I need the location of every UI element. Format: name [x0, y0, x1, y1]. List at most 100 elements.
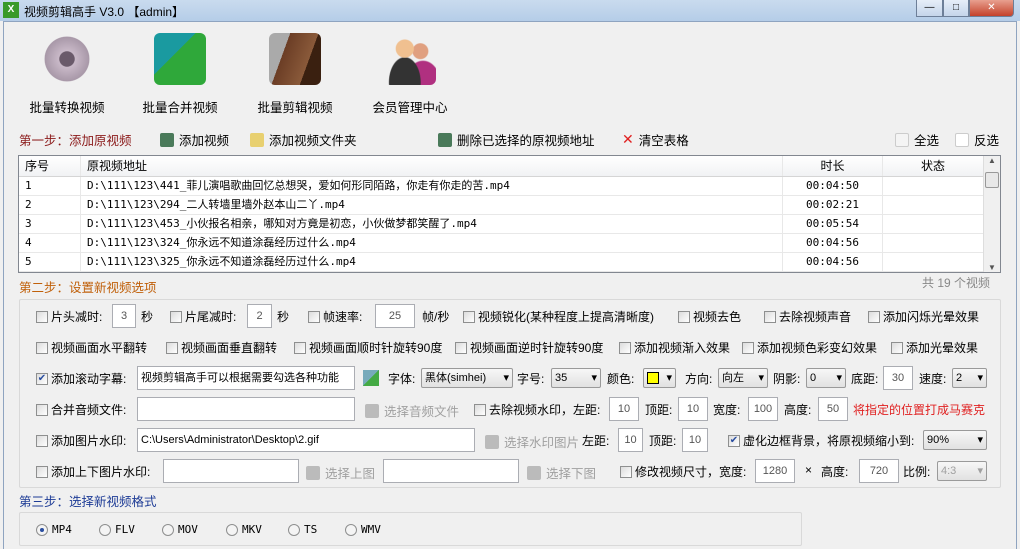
checkbox-box[interactable]: ✔	[36, 372, 48, 385]
top-image-input[interactable]	[163, 459, 299, 483]
header-no[interactable]: 序号	[19, 156, 81, 176]
table-row[interactable]: 1 D:\111\123\441_菲儿演唱歌曲回忆总想哭，爱如何形同陌路，你走有…	[19, 177, 984, 196]
font-select[interactable]: 黑体(simhei)	[421, 368, 513, 388]
wm-width-input[interactable]: 100	[748, 397, 778, 421]
checkbox-box[interactable]	[764, 310, 776, 323]
header-path[interactable]: 原视频地址	[81, 156, 783, 176]
checkbox-box[interactable]	[36, 434, 48, 447]
size-select[interactable]: 35	[551, 368, 601, 388]
batch-convert-button[interactable]: 批量转换视频	[12, 33, 122, 116]
flip-vertical-checkbox[interactable]: 视频画面垂直翻转	[166, 339, 277, 356]
radio-circle[interactable]	[36, 523, 48, 536]
remove-audio-checkbox[interactable]: 去除视频声音	[764, 308, 851, 325]
rotate-ccw-checkbox[interactable]: 视频画面逆时针旋转90度	[455, 339, 603, 356]
checkbox-box[interactable]	[620, 465, 632, 478]
member-center-button[interactable]: 会员管理中心	[355, 33, 465, 116]
table-scrollbar[interactable]: ▲ ▼	[983, 156, 1000, 272]
trim-tail-input[interactable]: 2	[247, 304, 272, 328]
choose-watermark-button[interactable]: 选择水印图片	[485, 432, 579, 451]
merge-audio-checkbox[interactable]: 合并音频文件:	[36, 401, 126, 418]
table-row[interactable]: 5 D:\111\123\325_你永远不知道涂磊经历过什么.mp4 00:04…	[19, 253, 984, 272]
radio-circle[interactable]	[345, 523, 357, 536]
refresh-icon[interactable]	[363, 370, 379, 386]
wm-left-input[interactable]: 10	[609, 397, 639, 421]
invert-select-button[interactable]: 反选	[955, 130, 999, 149]
checkbox-box[interactable]	[36, 341, 48, 354]
batch-edit-button[interactable]: 批量剪辑视频	[240, 33, 350, 116]
clear-table-button[interactable]: ✕ 清空表格	[622, 130, 689, 149]
checkbox-box[interactable]	[463, 310, 475, 323]
resize-checkbox[interactable]: 修改视频尺寸，宽度:	[620, 463, 746, 480]
format-radio-ts[interactable]: TS	[288, 523, 317, 536]
scroll-up-icon[interactable]: ▲	[984, 156, 1000, 165]
wm-top-input[interactable]: 10	[678, 397, 708, 421]
select-all-button[interactable]: 全选	[895, 130, 939, 149]
table-row[interactable]: 4 D:\111\123\324_你永远不知道涂磊经历过什么.mp4 00:04…	[19, 234, 984, 253]
format-radio-mkv[interactable]: MKV	[226, 523, 262, 536]
resize-height-input[interactable]: 720	[859, 459, 899, 483]
image-watermark-checkbox[interactable]: 添加图片水印:	[36, 432, 126, 449]
trim-tail-checkbox[interactable]: 片尾减时:	[170, 308, 236, 325]
choose-bottom-button[interactable]: 选择下图	[527, 463, 596, 482]
ratio-select[interactable]: 4:3	[937, 461, 987, 481]
flash-glow-checkbox[interactable]: 添加闪烁光晕效果	[868, 308, 979, 325]
checkbox-box[interactable]	[455, 341, 467, 354]
scroll-text-checkbox[interactable]: ✔ 添加滚动字幕:	[36, 370, 126, 387]
minimize-button[interactable]: —	[916, 0, 943, 17]
iw-top-input[interactable]: 10	[682, 428, 708, 452]
trim-head-input[interactable]: 3	[112, 304, 136, 328]
tb-watermark-checkbox[interactable]: 添加上下图片水印:	[36, 463, 150, 480]
remove-watermark-checkbox[interactable]: 去除视频水印，左距:	[474, 401, 600, 418]
speed-select[interactable]: 2	[952, 368, 987, 388]
image-watermark-input[interactable]: C:\Users\Administrator\Desktop\2.gif	[137, 428, 475, 452]
video-table[interactable]: 序号 原视频地址 时长 状态 1 D:\111\123\441_菲儿演唱歌曲回忆…	[18, 155, 1001, 273]
merge-audio-input[interactable]	[137, 397, 355, 421]
checkbox-box[interactable]	[678, 310, 690, 323]
trim-head-checkbox[interactable]: 片头减时:	[36, 308, 102, 325]
checkbox-box[interactable]	[619, 341, 631, 354]
format-radio-mp4[interactable]: MP4	[36, 523, 72, 536]
checkbox-box[interactable]	[891, 341, 903, 354]
radio-circle[interactable]	[99, 523, 111, 536]
checkbox-box[interactable]	[868, 310, 880, 323]
checkbox-box[interactable]	[308, 310, 320, 323]
resize-width-input[interactable]: 1280	[755, 459, 795, 483]
iw-left-input[interactable]: 10	[618, 428, 643, 452]
add-folder-button[interactable]: 添加视频文件夹	[250, 130, 357, 149]
header-status[interactable]: 状态	[883, 156, 984, 176]
header-duration[interactable]: 时长	[783, 156, 883, 176]
fps-input[interactable]: 25	[375, 304, 415, 328]
scroll-thumb[interactable]	[985, 172, 999, 188]
grayscale-checkbox[interactable]: 视频去色	[678, 308, 741, 325]
wm-height-input[interactable]: 50	[818, 397, 848, 421]
close-button[interactable]: ✕	[969, 0, 1014, 17]
checkbox-box[interactable]	[36, 310, 48, 323]
direction-select[interactable]: 向左	[718, 368, 768, 388]
checkbox-box[interactable]	[170, 310, 182, 323]
format-radio-mov[interactable]: MOV	[162, 523, 198, 536]
scroll-text-input[interactable]: 视频剪辑高手可以根据需要勾选各种功能	[137, 366, 355, 390]
batch-merge-button[interactable]: 批量合并视频	[125, 33, 235, 116]
shadow-select[interactable]: 0	[806, 368, 846, 388]
shrink-select[interactable]: 90%	[923, 430, 987, 450]
flip-horizontal-checkbox[interactable]: 视频画面水平翻转	[36, 339, 147, 356]
checkbox-box[interactable]	[294, 341, 306, 354]
sharpen-checkbox[interactable]: 视频锐化(某种程度上提高清晰度)	[463, 308, 654, 325]
format-radio-wmv[interactable]: WMV	[345, 523, 381, 536]
add-video-button[interactable]: 添加视频	[160, 130, 229, 149]
checkbox-box[interactable]	[166, 341, 178, 354]
bottom-input[interactable]: 30	[883, 366, 913, 390]
color-shift-checkbox[interactable]: 添加视频色彩变幻效果	[742, 339, 877, 356]
rotate-cw-checkbox[interactable]: 视频画面顺时针旋转90度	[294, 339, 442, 356]
checkbox-box[interactable]	[36, 403, 48, 416]
table-row[interactable]: 3 D:\111\123\453_小伙报名相亲，哪知对方竟是初恋，小伙做梦都笑醒…	[19, 215, 984, 234]
delete-selected-button[interactable]: 删除已选择的原视频地址	[438, 130, 595, 149]
radio-circle[interactable]	[288, 523, 300, 536]
checkbox-box[interactable]: ✔	[728, 434, 740, 447]
blur-border-checkbox[interactable]: ✔ 虚化边框背景，将原视频缩小到:	[728, 432, 914, 449]
bottom-image-input[interactable]	[383, 459, 519, 483]
scroll-down-icon[interactable]: ▼	[984, 263, 1000, 272]
maximize-button[interactable]: □	[943, 0, 969, 17]
checkbox-box[interactable]	[474, 403, 486, 416]
checkbox-box[interactable]	[742, 341, 754, 354]
